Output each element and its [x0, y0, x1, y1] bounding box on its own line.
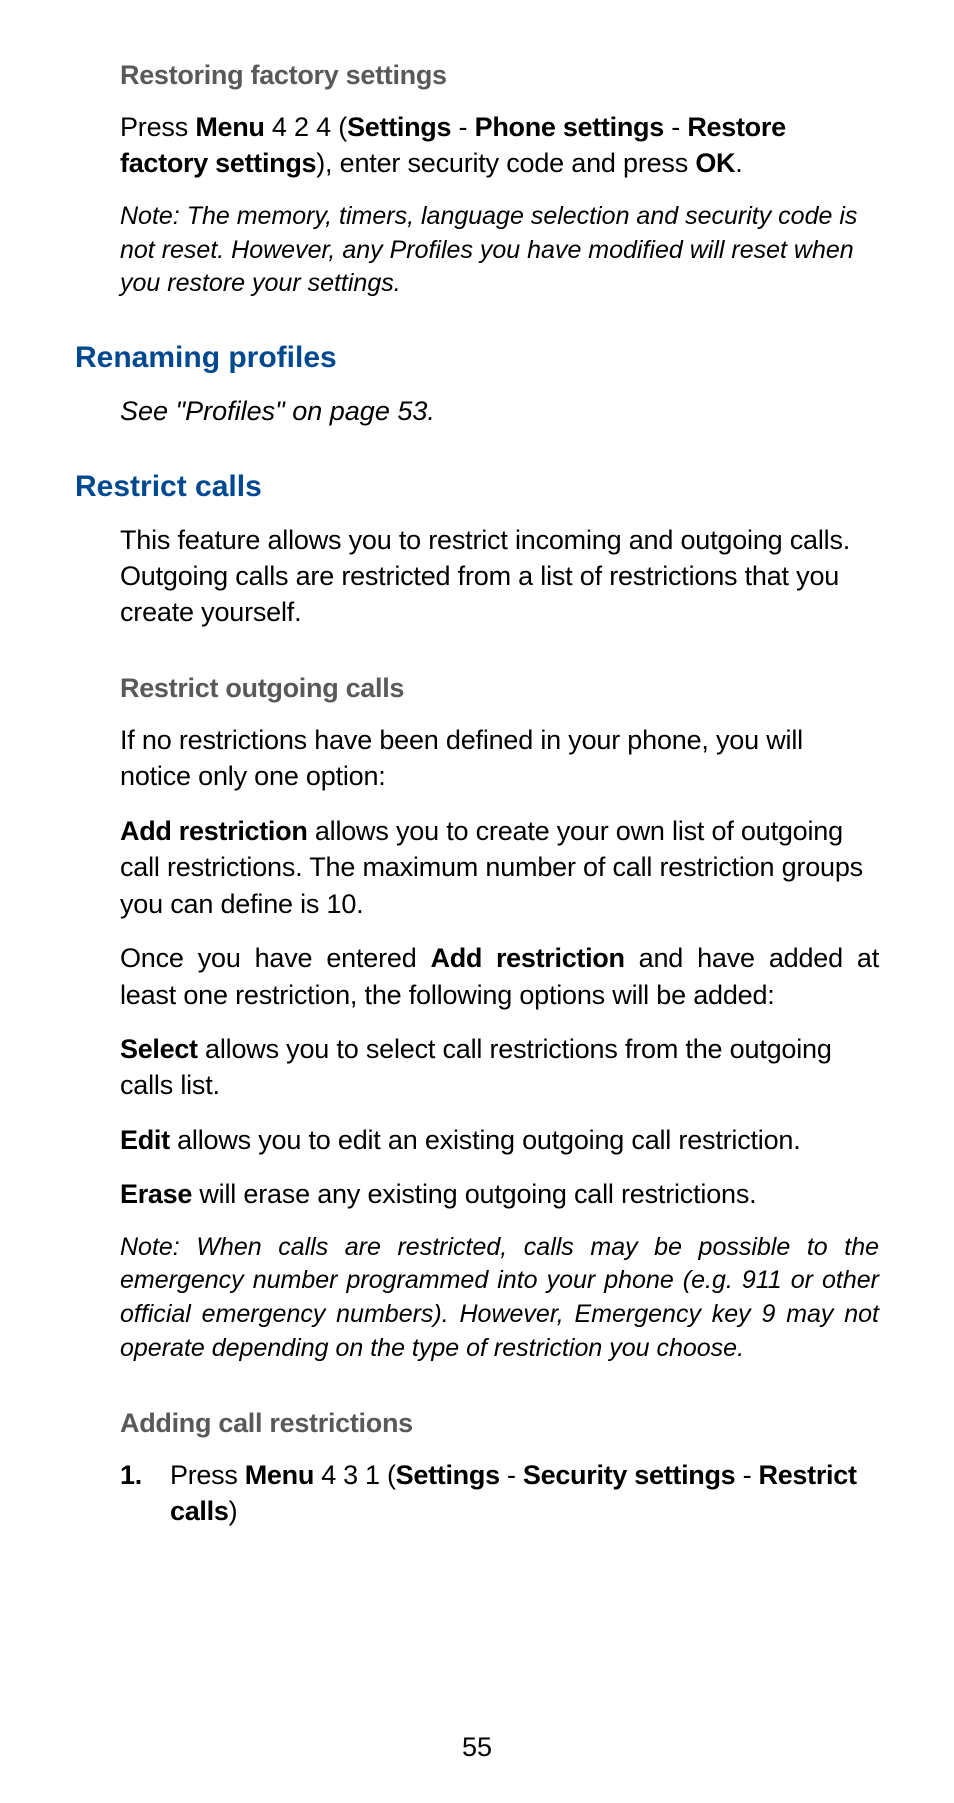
text-run: . [735, 148, 742, 178]
page-number: 55 [0, 1732, 954, 1763]
label-menu: Menu [245, 1460, 314, 1490]
text-run: will erase any existing outgoing call re… [192, 1179, 756, 1209]
label-ok: OK [695, 148, 735, 178]
text-run: allows you to select call restrictions f… [120, 1034, 832, 1100]
text-run: - [500, 1460, 523, 1490]
restrict-outgoing-add-restriction: Add restriction allows you to create you… [75, 813, 879, 922]
restrict-outgoing-edit: Edit allows you to edit an existing outg… [75, 1122, 879, 1158]
text-run: Press [120, 112, 195, 142]
label-menu: Menu [195, 112, 264, 142]
text-run: ), enter security code and press [316, 148, 695, 178]
label-erase: Erase [120, 1179, 192, 1209]
text-run: allows you to edit an existing outgoing … [170, 1125, 801, 1155]
restoring-factory-settings-body: Press Menu 4 2 4 (Settings - Phone setti… [75, 109, 879, 182]
label-settings: Settings [347, 112, 451, 142]
text-run: Press [170, 1460, 245, 1490]
text-run: - [735, 1460, 758, 1490]
label-add-restriction-inline: Add restriction [431, 943, 625, 973]
text-run: ) [229, 1496, 238, 1526]
label-add-restriction: Add restriction [120, 816, 308, 846]
text-run: - [664, 112, 687, 142]
heading-renaming-profiles: Renaming profiles [75, 341, 879, 375]
label-settings: Settings [396, 1460, 500, 1490]
heading-restoring-factory-settings: Restoring factory settings [75, 60, 879, 91]
restoring-factory-settings-note: Note: The memory, timers, language selec… [75, 200, 879, 301]
renaming-profiles-body: See "Profiles" on page 53. [75, 393, 879, 429]
label-phone-settings: Phone settings [475, 112, 664, 142]
adding-call-restrictions-steps: 1. Press Menu 4 3 1 (Settings - Security… [75, 1457, 879, 1530]
heading-restrict-calls: Restrict calls [75, 470, 879, 504]
label-security-settings: Security settings [523, 1460, 735, 1490]
text-run: Once you have entered [120, 943, 431, 973]
heading-restrict-outgoing-calls: Restrict outgoing calls [75, 673, 879, 704]
text-run: - [451, 112, 474, 142]
restrict-outgoing-note: Note: When calls are restricted, calls m… [75, 1231, 879, 1366]
restrict-outgoing-p1: If no restrictions have been defined in … [75, 722, 879, 795]
restrict-outgoing-erase: Erase will erase any existing outgoing c… [75, 1176, 879, 1212]
text-run: 4 3 1 ( [314, 1460, 396, 1490]
heading-adding-call-restrictions: Adding call restrictions [75, 1408, 879, 1439]
restrict-outgoing-after-add: Once you have entered Add restriction an… [75, 940, 879, 1013]
text-run: 4 2 4 ( [265, 112, 347, 142]
restrict-calls-intro: This feature allows you to restrict inco… [75, 522, 879, 631]
restrict-outgoing-select: Select allows you to select call restric… [75, 1031, 879, 1104]
step-number: 1. [120, 1457, 142, 1493]
label-select: Select [120, 1034, 198, 1064]
label-edit: Edit [120, 1125, 170, 1155]
manual-page: Restoring factory settings Press Menu 4 … [0, 0, 954, 1803]
step-1: 1. Press Menu 4 3 1 (Settings - Security… [120, 1457, 879, 1530]
